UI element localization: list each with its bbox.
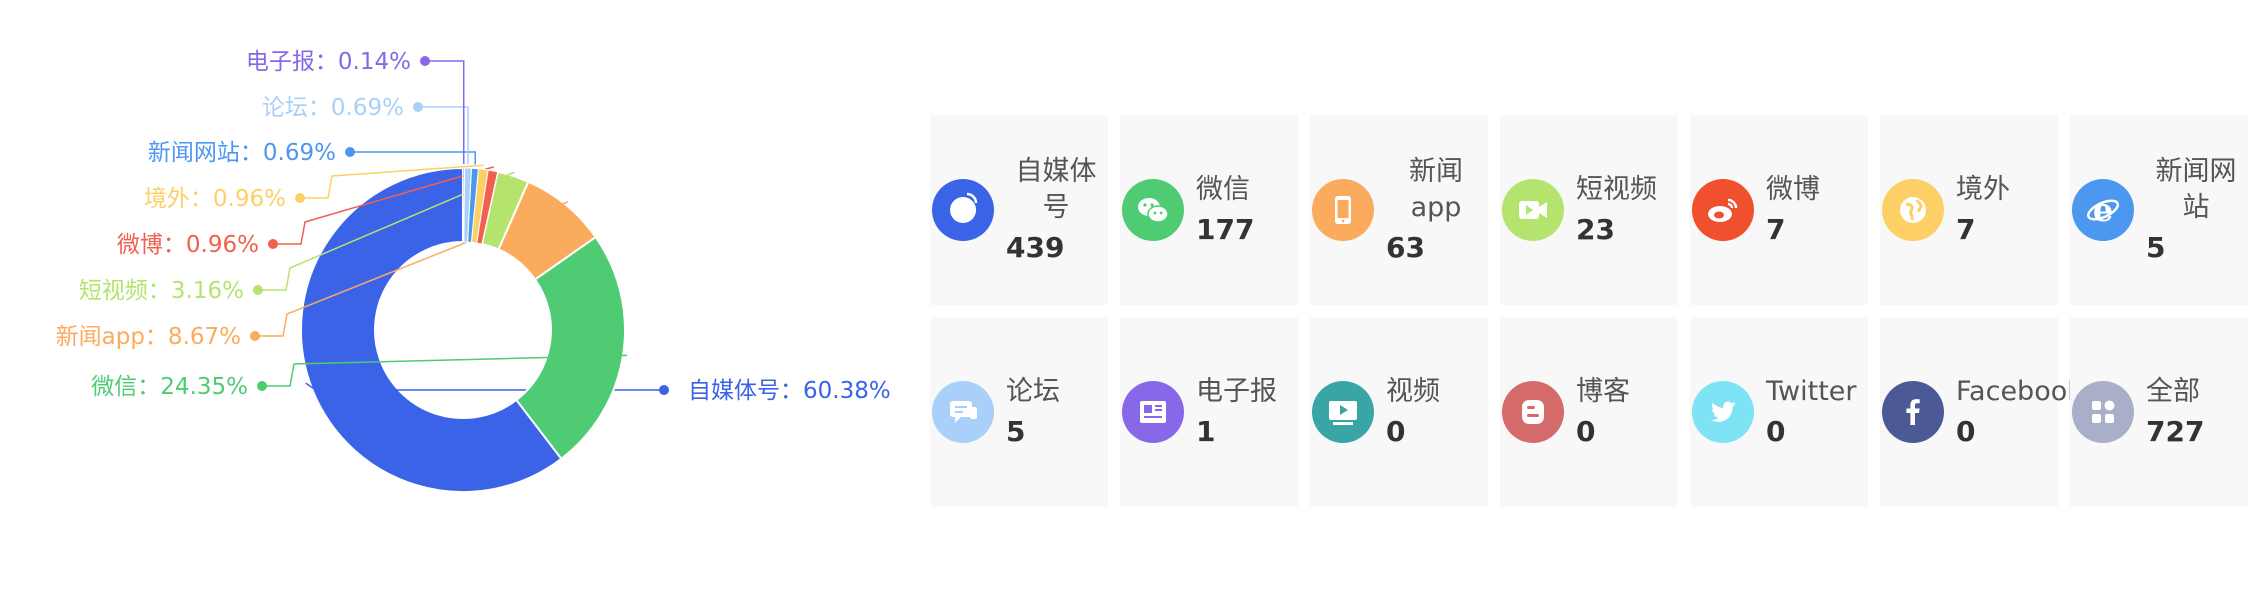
slice-label-5: 境外：0.96% — [144, 186, 286, 212]
slice-8 — [462, 167, 465, 243]
leader-dot-4 — [268, 239, 278, 249]
phone-icon — [1312, 179, 1374, 241]
leader-dot-0 — [659, 385, 669, 395]
wechat-icon — [1122, 179, 1184, 241]
stat-value: 7 — [1766, 213, 1786, 246]
stat-label: 自媒体号 — [1015, 156, 1097, 223]
stats-grid: 自媒体号 439 微信 177 新闻app 63 短视频 23 微博 7 境外 7 e 新闻网站 5 论坛 5 电… — [930, 115, 2248, 507]
stat-card-6[interactable]: e 新闻网站 5 — [2070, 115, 2248, 305]
weibo-icon — [1692, 179, 1754, 241]
stat-card-0[interactable]: 自媒体号 439 — [930, 115, 1108, 305]
slice-label-8: 电子报：0.14% — [246, 49, 411, 75]
stat-label: 短视频 — [1576, 174, 1657, 205]
svg-text:e: e — [2093, 191, 2113, 229]
slice-label-6: 新闻网站：0.69% — [148, 140, 336, 166]
leader-dot-7 — [413, 102, 423, 112]
stat-label: 微博 — [1766, 174, 1820, 205]
slice-label-7: 论坛：0.69% — [262, 95, 404, 121]
stat-value: 5 — [1006, 415, 1026, 448]
stat-value: 0 — [1576, 415, 1596, 448]
stat-value: 7 — [1956, 213, 1976, 246]
stat-value: 0 — [1766, 415, 1786, 448]
stat-label: 新闻app — [1409, 156, 1463, 223]
stat-card-2[interactable]: 新闻app 63 — [1310, 115, 1488, 305]
stat-card-10[interactable]: 博客 0 — [1500, 317, 1678, 507]
stat-value: 177 — [1196, 213, 1255, 246]
stat-value: 63 — [1386, 231, 1425, 264]
leader-dot-1 — [257, 381, 267, 391]
stat-value: 1 — [1196, 415, 1216, 448]
blogger-icon — [1502, 381, 1564, 443]
stat-card-5[interactable]: 境外 7 — [1880, 115, 2058, 305]
stat-label: 境外 — [1956, 174, 2010, 205]
stat-label: 新闻网站 — [2155, 156, 2237, 223]
slice-label-1: 微信：24.35% — [91, 374, 248, 400]
stat-label: 全部 — [2146, 376, 2200, 407]
slice-label-4: 微博：0.96% — [117, 232, 259, 258]
stat-label: 电子报 — [1196, 376, 1277, 407]
donut-chart: 自媒体号：60.38% 微信：24.35% 新闻app：8.67% 短视频：3.16%… — [56, 49, 891, 493]
leader-line-7 — [418, 106, 469, 165]
stat-card-8[interactable]: 电子报 1 — [1120, 317, 1298, 507]
stat-value: 0 — [1956, 415, 1976, 448]
play-screen-icon — [1312, 381, 1374, 443]
slice-label-0: 自媒体号：60.38% — [688, 378, 891, 404]
leader-dot-2 — [250, 331, 260, 341]
self-media-icon — [932, 179, 994, 241]
stat-label: Twitter — [1766, 376, 1857, 407]
twitter-icon — [1692, 381, 1754, 443]
stat-label: 微信 — [1196, 174, 1250, 205]
stat-label: Facebook — [1956, 376, 2083, 407]
leader-dot-3 — [253, 285, 263, 295]
stat-value: 5 — [2146, 231, 2166, 264]
stat-value: 727 — [2146, 415, 2205, 448]
stat-card-4[interactable]: 微博 7 — [1690, 115, 1868, 305]
slice-label-3: 短视频：3.16% — [79, 278, 244, 304]
stat-value: 0 — [1386, 415, 1406, 448]
video-camera-icon — [1502, 179, 1564, 241]
leader-dot-5 — [295, 193, 305, 203]
stat-card-1[interactable]: 微信 177 — [1120, 115, 1298, 305]
stat-label: 视频 — [1386, 376, 1440, 407]
stat-label: 博客 — [1576, 376, 1630, 407]
forum-chat-icon — [932, 381, 994, 443]
leader-dot-6 — [345, 147, 355, 157]
stat-label: 论坛 — [1006, 376, 1060, 407]
stat-card-9[interactable]: 视频 0 — [1310, 317, 1488, 507]
facebook-icon — [1882, 381, 1944, 443]
slice-label-2: 新闻app：8.67% — [56, 324, 241, 350]
stat-value: 439 — [1006, 231, 1065, 264]
leader-line-6 — [350, 151, 476, 165]
grid-all-icon — [2072, 381, 2134, 443]
stat-card-3[interactable]: 短视频 23 — [1500, 115, 1678, 305]
stat-card-7[interactable]: 论坛 5 — [930, 317, 1108, 507]
newspaper-icon — [1122, 381, 1184, 443]
stat-card-12[interactable]: Facebook 0 — [1880, 317, 2083, 507]
leader-dot-8 — [420, 56, 430, 66]
browser-e-icon: e — [2072, 179, 2134, 241]
leader-line-8 — [425, 60, 465, 165]
globe-icon — [1882, 179, 1944, 241]
stat-card-11[interactable]: Twitter 0 — [1690, 317, 1868, 507]
stat-card-13[interactable]: 全部 727 — [2070, 317, 2248, 507]
stat-value: 23 — [1576, 213, 1615, 246]
